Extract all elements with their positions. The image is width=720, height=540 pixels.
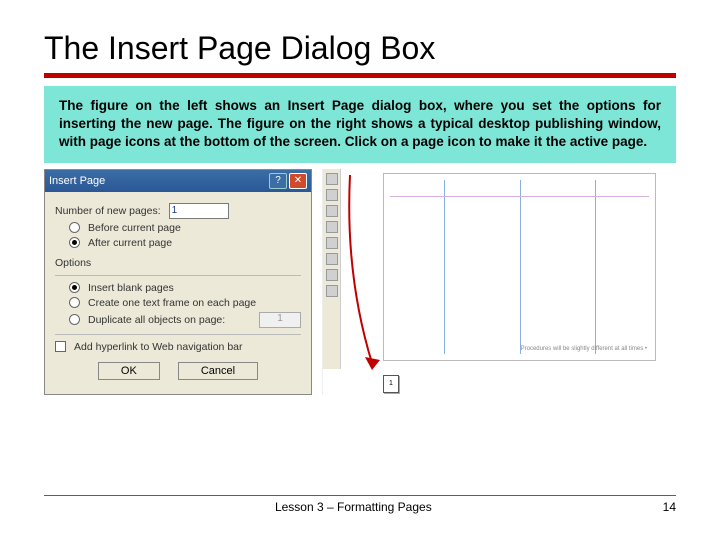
ok-button[interactable]: OK bbox=[98, 362, 160, 380]
num-pages-input[interactable] bbox=[169, 203, 229, 219]
after-radio[interactable] bbox=[69, 237, 80, 248]
divider2 bbox=[55, 334, 301, 335]
footer-lesson: Lesson 3 – Formatting Pages bbox=[44, 500, 663, 514]
num-pages-label: Number of new pages: bbox=[55, 205, 161, 217]
description-box: The figure on the left shows an Insert P… bbox=[44, 86, 676, 163]
dialog-title-text: Insert Page bbox=[49, 175, 267, 187]
vertical-toolbar bbox=[323, 169, 341, 369]
tool-icon[interactable] bbox=[326, 237, 338, 249]
tool-icon[interactable] bbox=[326, 189, 338, 201]
before-label: Before current page bbox=[88, 222, 181, 234]
textframe-label: Create one text frame on each page bbox=[88, 297, 256, 309]
blank-label: Insert blank pages bbox=[88, 282, 174, 294]
guide-line bbox=[390, 196, 649, 197]
textframe-radio[interactable] bbox=[69, 297, 80, 308]
blank-radio[interactable] bbox=[69, 282, 80, 293]
page-canvas: Procedures will be slightly different at… bbox=[383, 173, 656, 361]
tool-icon[interactable] bbox=[326, 221, 338, 233]
guide-line bbox=[444, 180, 445, 354]
duplicate-label: Duplicate all objects on page: bbox=[88, 314, 225, 326]
publishing-window: Procedures will be slightly different at… bbox=[322, 169, 676, 395]
hyperlink-label: Add hyperlink to Web navigation bar bbox=[74, 341, 243, 353]
canvas-note: Procedures will be slightly different at… bbox=[521, 346, 647, 352]
footer-page-number: 14 bbox=[663, 500, 676, 514]
hyperlink-checkbox[interactable] bbox=[55, 341, 66, 352]
tool-icon[interactable] bbox=[326, 205, 338, 217]
tool-icon[interactable] bbox=[326, 173, 338, 185]
title-underline bbox=[44, 73, 676, 78]
figures-row: Insert Page ? ✕ Number of new pages: Bef… bbox=[44, 169, 676, 395]
options-heading: Options bbox=[55, 257, 301, 269]
insert-page-dialog: Insert Page ? ✕ Number of new pages: Bef… bbox=[44, 169, 312, 395]
tool-icon[interactable] bbox=[326, 269, 338, 281]
after-label: After current page bbox=[88, 237, 172, 249]
cancel-button[interactable]: Cancel bbox=[178, 362, 258, 380]
duplicate-radio[interactable] bbox=[69, 314, 80, 325]
guide-line bbox=[520, 180, 521, 354]
help-icon[interactable]: ? bbox=[269, 173, 287, 189]
page-strip: 1 bbox=[383, 375, 399, 393]
slide-footer: Lesson 3 – Formatting Pages 14 bbox=[44, 495, 676, 514]
duplicate-page-spinner[interactable]: 1 bbox=[259, 312, 301, 328]
tool-icon[interactable] bbox=[326, 253, 338, 265]
dialog-titlebar: Insert Page ? ✕ bbox=[45, 170, 311, 192]
footer-divider bbox=[44, 495, 676, 496]
tool-icon[interactable] bbox=[326, 285, 338, 297]
before-radio[interactable] bbox=[69, 222, 80, 233]
divider bbox=[55, 275, 301, 276]
guide-line bbox=[595, 180, 596, 354]
page-icon[interactable]: 1 bbox=[383, 375, 399, 393]
slide-title: The Insert Page Dialog Box bbox=[44, 30, 676, 67]
close-icon[interactable]: ✕ bbox=[289, 173, 307, 189]
